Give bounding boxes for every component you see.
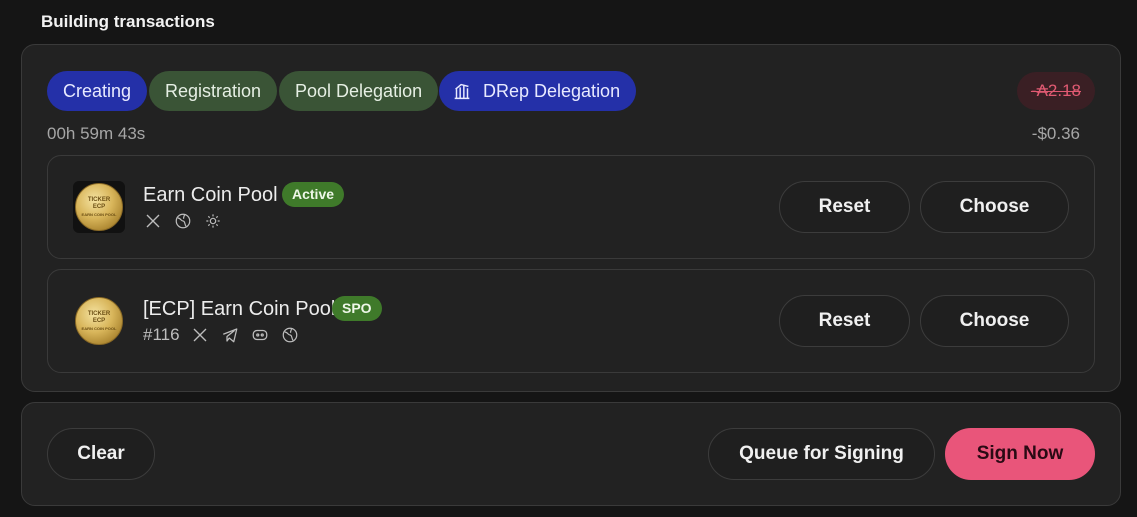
status-badge: SPO: [332, 296, 382, 321]
queue-for-signing-button[interactable]: Queue for Signing: [708, 428, 935, 480]
action-footer: Clear Queue for Signing Sign Now: [21, 402, 1121, 506]
coin-text: EARN COIN POOL: [81, 211, 117, 217]
coin-icon: TICKER ECP EARN COIN POOL: [75, 183, 123, 231]
fee-usd-value: -$0.36: [1031, 124, 1080, 143]
step-registration: Registration: [149, 71, 278, 111]
coin-text: ECP: [92, 203, 106, 210]
pool-links: [143, 211, 223, 231]
pool-name: [ECP] Earn Coin Pool: [143, 298, 336, 320]
fee-ada-value: -₳2.18: [1030, 81, 1081, 100]
step-label: DRep Delegation: [483, 81, 621, 101]
pool-card: TICKER ECP EARN COIN POOL Earn Coin Pool…: [47, 155, 1095, 259]
telegram-icon[interactable]: [220, 325, 240, 345]
step-label: Registration: [165, 81, 262, 101]
coin-text: EARN COIN POOL: [81, 325, 117, 331]
sign-now-button[interactable]: Sign Now: [945, 428, 1095, 480]
x-icon[interactable]: [143, 211, 163, 231]
x-icon[interactable]: [190, 325, 210, 345]
choose-button[interactable]: Choose: [920, 181, 1069, 233]
discord-icon[interactable]: [250, 325, 270, 345]
status-badge: Active: [282, 182, 345, 207]
coin-text: ECP: [92, 317, 106, 324]
step-pool-delegation: Pool Delegation: [279, 71, 439, 111]
pool-rank: #116: [143, 325, 180, 344]
pool-logo: TICKER ECP EARN COIN POOL: [73, 295, 125, 347]
pool-card: TICKER ECP EARN COIN POOL [ECP] Earn Coi…: [47, 269, 1095, 373]
bank-icon: [451, 80, 473, 102]
pool-name: Earn Coin Pool: [143, 184, 278, 206]
globe-icon[interactable]: [280, 325, 300, 345]
choose-button[interactable]: Choose: [920, 295, 1069, 347]
pool-logo: TICKER ECP EARN COIN POOL: [73, 181, 125, 233]
globe-icon[interactable]: [173, 211, 193, 231]
pool-links: #116: [143, 325, 300, 345]
step-label: Pool Delegation: [295, 81, 423, 101]
clear-button[interactable]: Clear: [47, 428, 155, 480]
coin-text: TICKER: [87, 196, 111, 203]
countdown-timer: 00h 59m 43s: [47, 124, 146, 143]
fee-ada-badge: -₳2.18: [1016, 72, 1095, 110]
reset-button[interactable]: Reset: [779, 295, 910, 347]
sun-icon[interactable]: [203, 211, 223, 231]
step-drep-delegation: DRep Delegation: [439, 71, 637, 111]
step-label: Creating: [63, 81, 132, 101]
step-creating: Creating: [47, 71, 148, 111]
transaction-panel: Creating Registration Pool Delegation DR…: [21, 44, 1121, 392]
reset-button[interactable]: Reset: [779, 181, 910, 233]
coin-icon: TICKER ECP EARN COIN POOL: [75, 297, 123, 345]
page-title: Building transactions: [41, 12, 215, 31]
coin-text: TICKER: [87, 310, 111, 317]
